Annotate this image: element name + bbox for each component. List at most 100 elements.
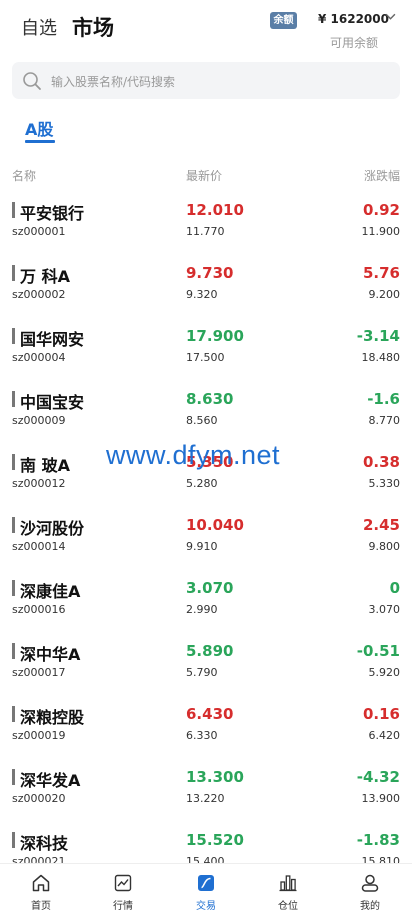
- stock-change: -1.6: [367, 390, 400, 408]
- nav-label-position: 仓位: [278, 901, 298, 912]
- nav-item-market[interactable]: 行情: [93, 864, 153, 916]
- stock-name: 深中华A: [20, 645, 81, 664]
- stock-name: 南 玻A: [20, 456, 70, 475]
- chevron-down-icon[interactable]: [385, 11, 396, 25]
- stock-reference: 9.800: [368, 540, 401, 553]
- nav-label-profile: 我的: [360, 901, 380, 912]
- balance-badge: 余额: [270, 12, 297, 29]
- stock-code: sz000017: [12, 666, 66, 679]
- stock-price: 5.890: [186, 642, 234, 660]
- stock-row[interactable]: 深康佳A sz000016 3.070 2.990 0 3.070: [0, 566, 412, 629]
- stock-row[interactable]: 深华发A sz000020 13.300 13.220 -4.32 13.900: [0, 755, 412, 818]
- stock-change: 0: [389, 579, 400, 597]
- nav-item-profile[interactable]: 我的: [340, 864, 400, 916]
- nav-item-home[interactable]: 首页: [11, 864, 71, 916]
- search-box[interactable]: [12, 62, 400, 101]
- stock-code: sz000016: [12, 603, 66, 616]
- row-marker: [12, 643, 15, 659]
- row-marker: [12, 454, 15, 470]
- stock-row[interactable]: 国华网安 sz000004 17.900 17.500 -3.14 18.480: [0, 314, 412, 377]
- stock-change: 0.16: [362, 705, 400, 723]
- stock-prev-close: 9.320: [186, 288, 218, 301]
- stock-row[interactable]: 深科技 sz000021 15.520 15.400 -1.83 15.810: [0, 818, 412, 863]
- stock-reference: 5.920: [368, 666, 401, 679]
- watermark: www.dfym.net: [106, 440, 281, 470]
- stock-change: -4.32: [356, 768, 400, 786]
- stock-change: 2.45: [362, 516, 400, 534]
- stock-prev-close: 11.770: [186, 225, 225, 238]
- trade-icon: [198, 875, 214, 891]
- search-input[interactable]: [49, 62, 393, 101]
- stock-price: 13.300: [186, 768, 244, 786]
- stock-prev-close: 2.990: [186, 603, 218, 616]
- stock-prev-close: 6.330: [186, 729, 218, 742]
- nav-item-trade[interactable]: 交易: [176, 864, 236, 916]
- stock-price: 12.010: [186, 201, 244, 219]
- stock-row[interactable]: 平安银行 sz000001 12.010 11.770 0.92 11.900: [0, 188, 412, 251]
- stock-code: sz000001: [12, 225, 66, 238]
- row-marker: [12, 391, 15, 407]
- tab-market[interactable]: 市场: [72, 12, 114, 42]
- stock-code: sz000012: [12, 477, 66, 490]
- stock-reference: 6.420: [368, 729, 401, 742]
- nav-item-position[interactable]: 仓位: [258, 864, 318, 916]
- row-marker: [12, 580, 15, 596]
- stock-change: 0.38: [362, 453, 400, 471]
- stock-reference: 3.070: [368, 603, 401, 616]
- stock-row[interactable]: 万 科A sz000002 9.730 9.320 5.76 9.200: [0, 251, 412, 314]
- stock-code: sz000021: [12, 855, 66, 863]
- stock-code: sz000014: [12, 540, 66, 553]
- row-marker: [12, 202, 15, 218]
- stock-row[interactable]: 深粮控股 sz000019 6.430 6.330 0.16 6.420: [0, 692, 412, 755]
- tab-watchlist[interactable]: 自选: [21, 14, 57, 40]
- stock-list[interactable]: 平安银行 sz000001 12.010 11.770 0.92 11.900 万 科A sz…: [0, 188, 412, 863]
- stock-prev-close: 15.400: [186, 855, 225, 863]
- nav-label-trade: 交易: [196, 901, 216, 912]
- stock-reference: 18.480: [361, 351, 401, 364]
- stock-prev-close: 8.560: [186, 414, 218, 427]
- stock-code: sz000019: [12, 729, 66, 742]
- stock-reference: 9.200: [368, 288, 401, 301]
- stock-name: 深康佳A: [20, 582, 81, 601]
- nav-label-market: 行情: [113, 901, 133, 912]
- bottom-nav: 首页 行情 交易 仓位 我的: [0, 863, 412, 916]
- stock-name: 平安银行: [20, 204, 85, 223]
- stock-reference: 13.900: [361, 792, 401, 805]
- stock-reference: 5.330: [368, 477, 401, 490]
- stock-name: 中国宝安: [20, 393, 85, 412]
- column-header-price: 最新价: [186, 169, 223, 183]
- stock-change: -0.51: [356, 642, 400, 660]
- stock-price: 6.430: [186, 705, 234, 723]
- stock-code: sz000020: [12, 792, 66, 805]
- column-header-name: 名称: [12, 169, 37, 183]
- stock-change: -1.83: [356, 831, 400, 849]
- column-header-change: 涨跌幅: [363, 169, 400, 183]
- chart-icon: [114, 874, 132, 892]
- stock-row[interactable]: 深中华A sz000017 5.890 5.790 -0.51 5.920: [0, 629, 412, 692]
- stock-reference: 11.900: [361, 225, 401, 238]
- tab-a-share[interactable]: A股: [25, 116, 53, 140]
- balance-label: 可用余额: [330, 36, 379, 50]
- stock-price: 8.630: [186, 390, 234, 408]
- row-marker: [12, 769, 15, 785]
- stock-code: sz000002: [12, 288, 66, 301]
- stock-prev-close: 13.220: [186, 792, 225, 805]
- stock-row[interactable]: 中国宝安 sz000009 8.630 8.560 -1.6 8.770: [0, 377, 412, 440]
- nav-label-home: 首页: [31, 901, 51, 912]
- stock-prev-close: 5.790: [186, 666, 218, 679]
- home-icon: [32, 874, 50, 892]
- row-marker: [12, 517, 15, 533]
- row-marker: [12, 265, 15, 281]
- stock-row[interactable]: 沙河股份 sz000014 10.040 9.910 2.45 9.800: [0, 503, 412, 566]
- stock-name: 万 科A: [20, 267, 70, 286]
- stock-change: 0.92: [362, 201, 400, 219]
- stock-name: 深科技: [20, 834, 69, 853]
- stock-prev-close: 5.280: [186, 477, 218, 490]
- tab-underline: [25, 140, 55, 143]
- balance-amount[interactable]: ¥ 1622000: [318, 12, 389, 26]
- stock-price: 17.900: [186, 327, 244, 345]
- stock-code: sz000004: [12, 351, 66, 364]
- stock-code: sz000009: [12, 414, 66, 427]
- bar-chart-icon: [279, 875, 297, 892]
- stock-name: 沙河股份: [20, 519, 85, 538]
